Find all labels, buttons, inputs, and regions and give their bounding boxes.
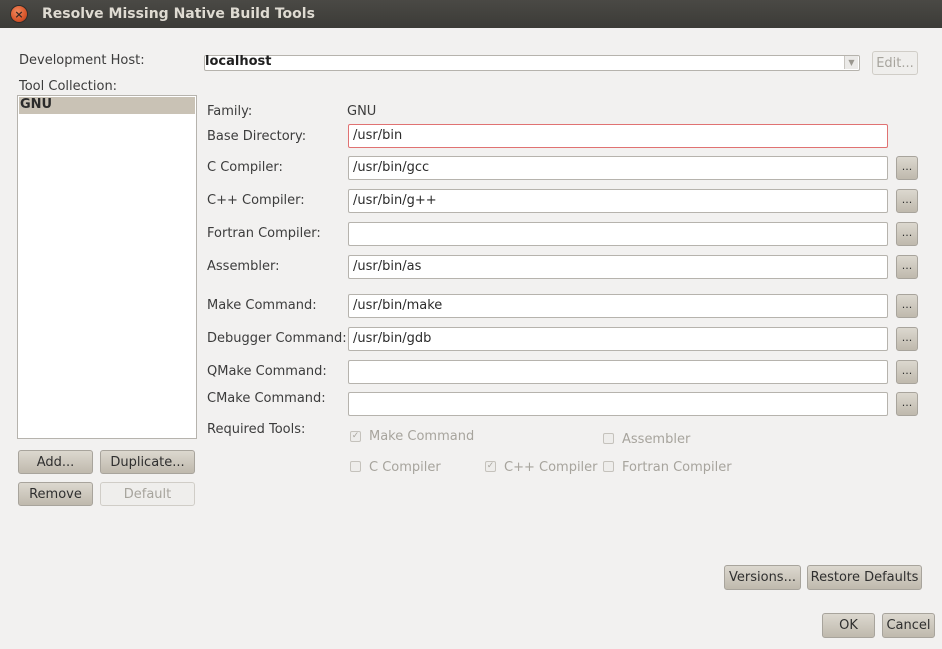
ok-button[interactable]: OK [822, 613, 875, 638]
fortran-compiler-checkbox[interactable] [603, 461, 614, 472]
tool-collection-label: Tool Collection: [19, 79, 118, 94]
family-value: GNU [347, 104, 377, 119]
cpp-compiler-field[interactable]: /usr/bin/g++ [348, 189, 888, 213]
qmake-command-field[interactable] [348, 360, 888, 384]
c-compiler-checkbox[interactable] [350, 461, 361, 472]
restore-defaults-button[interactable]: Restore Defaults [807, 565, 922, 590]
close-icon[interactable]: × [11, 6, 27, 22]
debugger-command-browse-button[interactable]: ... [896, 327, 918, 351]
development-host-label: Development Host: [19, 53, 145, 68]
edit-host-button[interactable]: Edit... [872, 51, 918, 75]
title-bar: × Resolve Missing Native Build Tools [0, 0, 942, 28]
add-button[interactable]: Add... [18, 450, 93, 474]
list-item[interactable]: GNU [19, 97, 195, 114]
c-compiler-checkbox-label: C Compiler [369, 460, 441, 475]
qmake-command-browse-button[interactable]: ... [896, 360, 918, 384]
cancel-button[interactable]: Cancel [882, 613, 935, 638]
assembler-label: Assembler: [207, 259, 280, 274]
c-compiler-label: C Compiler: [207, 160, 283, 175]
base-directory-label: Base Directory: [207, 129, 307, 144]
fortran-compiler-label: Fortran Compiler: [207, 226, 321, 241]
make-command-label: Make Command: [207, 298, 317, 313]
qmake-command-label: QMake Command: [207, 364, 327, 379]
default-button[interactable]: Default [100, 482, 195, 506]
make-command-browse-button[interactable]: ... [896, 294, 918, 318]
cpp-compiler-browse-button[interactable]: ... [896, 189, 918, 213]
base-directory-field[interactable]: /usr/bin [348, 124, 888, 148]
duplicate-button[interactable]: Duplicate... [100, 450, 195, 474]
c-compiler-field[interactable]: /usr/bin/gcc [348, 156, 888, 180]
chevron-down-icon[interactable]: ▼ [844, 56, 858, 69]
assembler-field[interactable]: /usr/bin/as [348, 255, 888, 279]
debugger-command-label: Debugger Command: [207, 331, 347, 346]
window-title: Resolve Missing Native Build Tools [42, 6, 315, 22]
fortran-compiler-browse-button[interactable]: ... [896, 222, 918, 246]
debugger-command-field[interactable]: /usr/bin/gdb [348, 327, 888, 351]
cpp-compiler-checkbox[interactable]: ✓ [485, 461, 496, 472]
tool-collection-list[interactable]: GNU [17, 95, 197, 439]
assembler-browse-button[interactable]: ... [896, 255, 918, 279]
cmake-command-browse-button[interactable]: ... [896, 392, 918, 416]
cpp-compiler-checkbox-label: C++ Compiler [504, 460, 598, 475]
assembler-checkbox-label: Assembler [622, 432, 691, 447]
remove-button[interactable]: Remove [18, 482, 93, 506]
cmake-command-field[interactable] [348, 392, 888, 416]
make-command-checkbox-label: Make Command [369, 429, 475, 444]
versions-button[interactable]: Versions... [724, 565, 801, 590]
development-host-value: localhost [205, 54, 272, 69]
make-command-checkbox[interactable]: ✓ [350, 431, 361, 442]
make-command-field[interactable]: /usr/bin/make [348, 294, 888, 318]
cmake-command-label: CMake Command: [207, 391, 326, 406]
family-label: Family: [207, 104, 253, 119]
fortran-compiler-checkbox-label: Fortran Compiler [622, 460, 732, 475]
c-compiler-browse-button[interactable]: ... [896, 156, 918, 180]
required-tools-label: Required Tools: [207, 422, 306, 437]
assembler-checkbox[interactable] [603, 433, 614, 444]
fortran-compiler-field[interactable] [348, 222, 888, 246]
cpp-compiler-label: C++ Compiler: [207, 193, 305, 208]
development-host-combo[interactable]: localhost ▼ [204, 54, 860, 71]
